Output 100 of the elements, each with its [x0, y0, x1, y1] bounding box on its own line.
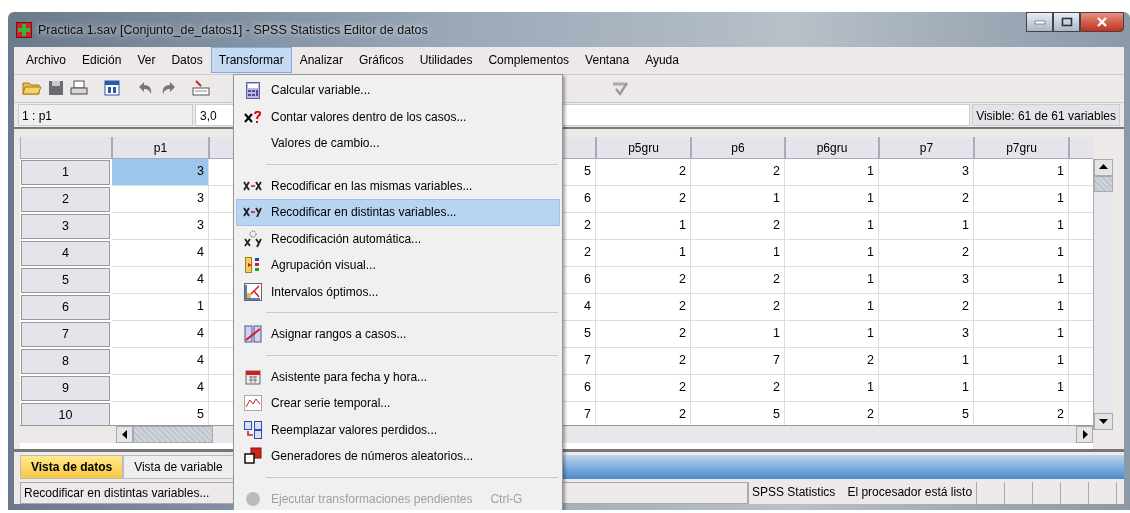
table-cell[interactable]: 1 [974, 158, 1069, 186]
scroll-right-button[interactable] [1076, 425, 1093, 443]
column-header[interactable]: p5gru [596, 136, 691, 159]
table-cell[interactable]: 1 [785, 320, 879, 348]
table-cell[interactable]: 2 [691, 158, 785, 186]
table-cell[interactable]: 1 [596, 212, 691, 240]
row-header[interactable]: 3 [21, 213, 110, 239]
table-cell[interactable]: 2 [691, 293, 785, 321]
table-cell[interactable]: 1 [112, 293, 209, 321]
table-cell[interactable]: 1 [691, 320, 785, 348]
scrollbar-thumb[interactable] [133, 425, 213, 443]
print-icon[interactable] [70, 80, 88, 97]
menu-item[interactable]: Gráficos [351, 47, 412, 74]
scroll-down-button[interactable] [1094, 413, 1113, 430]
table-cell[interactable]: 1 [785, 293, 879, 321]
table-cell[interactable]: 3 [112, 158, 209, 186]
table-cell[interactable]: 7 [691, 347, 785, 375]
table-cell[interactable]: 1 [785, 374, 879, 402]
menu-option[interactable]: Intervalos óptimos... [236, 278, 560, 305]
table-cell[interactable]: 1 [974, 212, 1069, 240]
table-cell[interactable]: 1 [974, 374, 1069, 402]
dialog-icon[interactable] [104, 80, 122, 97]
table-cell[interactable]: 4 [112, 374, 209, 402]
column-header[interactable]: p7 [879, 136, 974, 159]
menu-option[interactable]: Generadores de números aleatorios... [236, 443, 560, 470]
table-cell[interactable]: 2 [596, 293, 691, 321]
table-cell[interactable]: 4 [112, 320, 209, 348]
menu-item[interactable]: Archivo [18, 47, 74, 74]
row-header[interactable]: 5 [21, 267, 110, 293]
table-cell[interactable]: 1 [974, 347, 1069, 375]
table-cell[interactable]: 3 [112, 212, 209, 240]
table-cell[interactable]: 2 [691, 374, 785, 402]
table-cell[interactable]: 1 [974, 185, 1069, 213]
table-cell[interactable]: 2 [879, 293, 974, 321]
menu-option[interactable]: Asistente para fecha y hora... [236, 363, 560, 390]
table-cell[interactable]: 2 [596, 347, 691, 375]
table-cell[interactable]: 2 [596, 266, 691, 294]
table-cell[interactable]: 2 [879, 185, 974, 213]
row-header[interactable]: 10 [21, 402, 110, 425]
save-icon[interactable] [48, 80, 64, 97]
column-header[interactable]: p7gru [974, 136, 1069, 159]
row-header[interactable]: 4 [21, 240, 110, 266]
menu-option[interactable]: Calcular variable... [236, 77, 560, 104]
table-cell[interactable]: 1 [691, 185, 785, 213]
table-cell[interactable]: 2 [691, 266, 785, 294]
column-header[interactable]: p6 [691, 136, 785, 159]
menu-item[interactable]: Analizar [291, 47, 351, 74]
view-tab[interactable]: Vista de datos [20, 455, 124, 479]
row-header[interactable]: 7 [21, 321, 110, 347]
menu-option[interactable]: Agrupación visual... [236, 252, 560, 279]
table-cell[interactable]: 1 [879, 347, 974, 375]
table-cell[interactable]: 3 [879, 320, 974, 348]
close-button[interactable] [1080, 12, 1124, 32]
row-header[interactable]: 9 [21, 375, 110, 401]
table-cell[interactable]: 3 [112, 185, 209, 213]
menu-item[interactable]: Utilidades [411, 47, 481, 74]
table-cell[interactable]: 1 [879, 212, 974, 240]
menu-item[interactable]: Datos [163, 47, 211, 74]
menu-item[interactable]: Transformar [210, 47, 292, 74]
menu-option[interactable]: Valores de cambio... [236, 130, 560, 157]
minimize-button[interactable] [1026, 12, 1053, 32]
row-header[interactable]: 6 [21, 294, 110, 320]
column-header[interactable]: p6gru [785, 136, 879, 159]
table-cell[interactable]: 2 [596, 158, 691, 186]
menu-option[interactable]: Reemplazar valores perdidos... [236, 416, 560, 443]
table-cell[interactable]: 1 [596, 239, 691, 267]
scroll-up-button[interactable] [1094, 158, 1113, 176]
table-cell[interactable]: 2 [691, 212, 785, 240]
menu-option[interactable]: Recodificar en las mismas variables... [236, 172, 560, 199]
table-cell[interactable]: 4 [112, 239, 209, 267]
menu-item[interactable]: Ayuda [637, 47, 687, 74]
scroll-left-button[interactable] [116, 425, 133, 443]
table-cell[interactable]: 2 [785, 347, 879, 375]
folder-icon[interactable] [22, 80, 42, 97]
menu-item[interactable]: Ver [129, 47, 164, 74]
table-cell[interactable]: 4 [112, 347, 209, 375]
table-cell[interactable]: 1 [974, 239, 1069, 267]
table-cell[interactable]: 1 [974, 320, 1069, 348]
table-cell[interactable]: 3 [879, 266, 974, 294]
table-cell[interactable]: 2 [596, 320, 691, 348]
table-cell[interactable]: 1 [879, 374, 974, 402]
menu-option[interactable]: Asignar rangos a casos... [236, 321, 560, 348]
row-header[interactable]: 8 [21, 348, 110, 374]
maximize-button[interactable] [1053, 12, 1080, 32]
table-cell[interactable]: 2 [596, 185, 691, 213]
goto-case-icon[interactable] [192, 80, 210, 97]
table-cell[interactable]: 1 [785, 185, 879, 213]
table-cell[interactable]: 2 [596, 374, 691, 402]
table-cell[interactable]: 1 [785, 158, 879, 186]
column-header[interactable]: p1 [112, 136, 209, 159]
menu-item[interactable]: Edición [74, 47, 130, 74]
table-cell[interactable]: 4 [112, 266, 209, 294]
table-cell[interactable]: 1 [785, 212, 879, 240]
table-cell[interactable]: 1 [974, 293, 1069, 321]
menu-option[interactable]: Recodificar en distintas variables... [236, 199, 560, 226]
menu-item[interactable]: Ventana [577, 47, 638, 74]
row-header[interactable]: 1 [21, 159, 110, 185]
view-tab[interactable]: Vista de variable [123, 455, 234, 479]
table-cell[interactable]: 1 [974, 266, 1069, 294]
table-cell[interactable]: 3 [879, 158, 974, 186]
